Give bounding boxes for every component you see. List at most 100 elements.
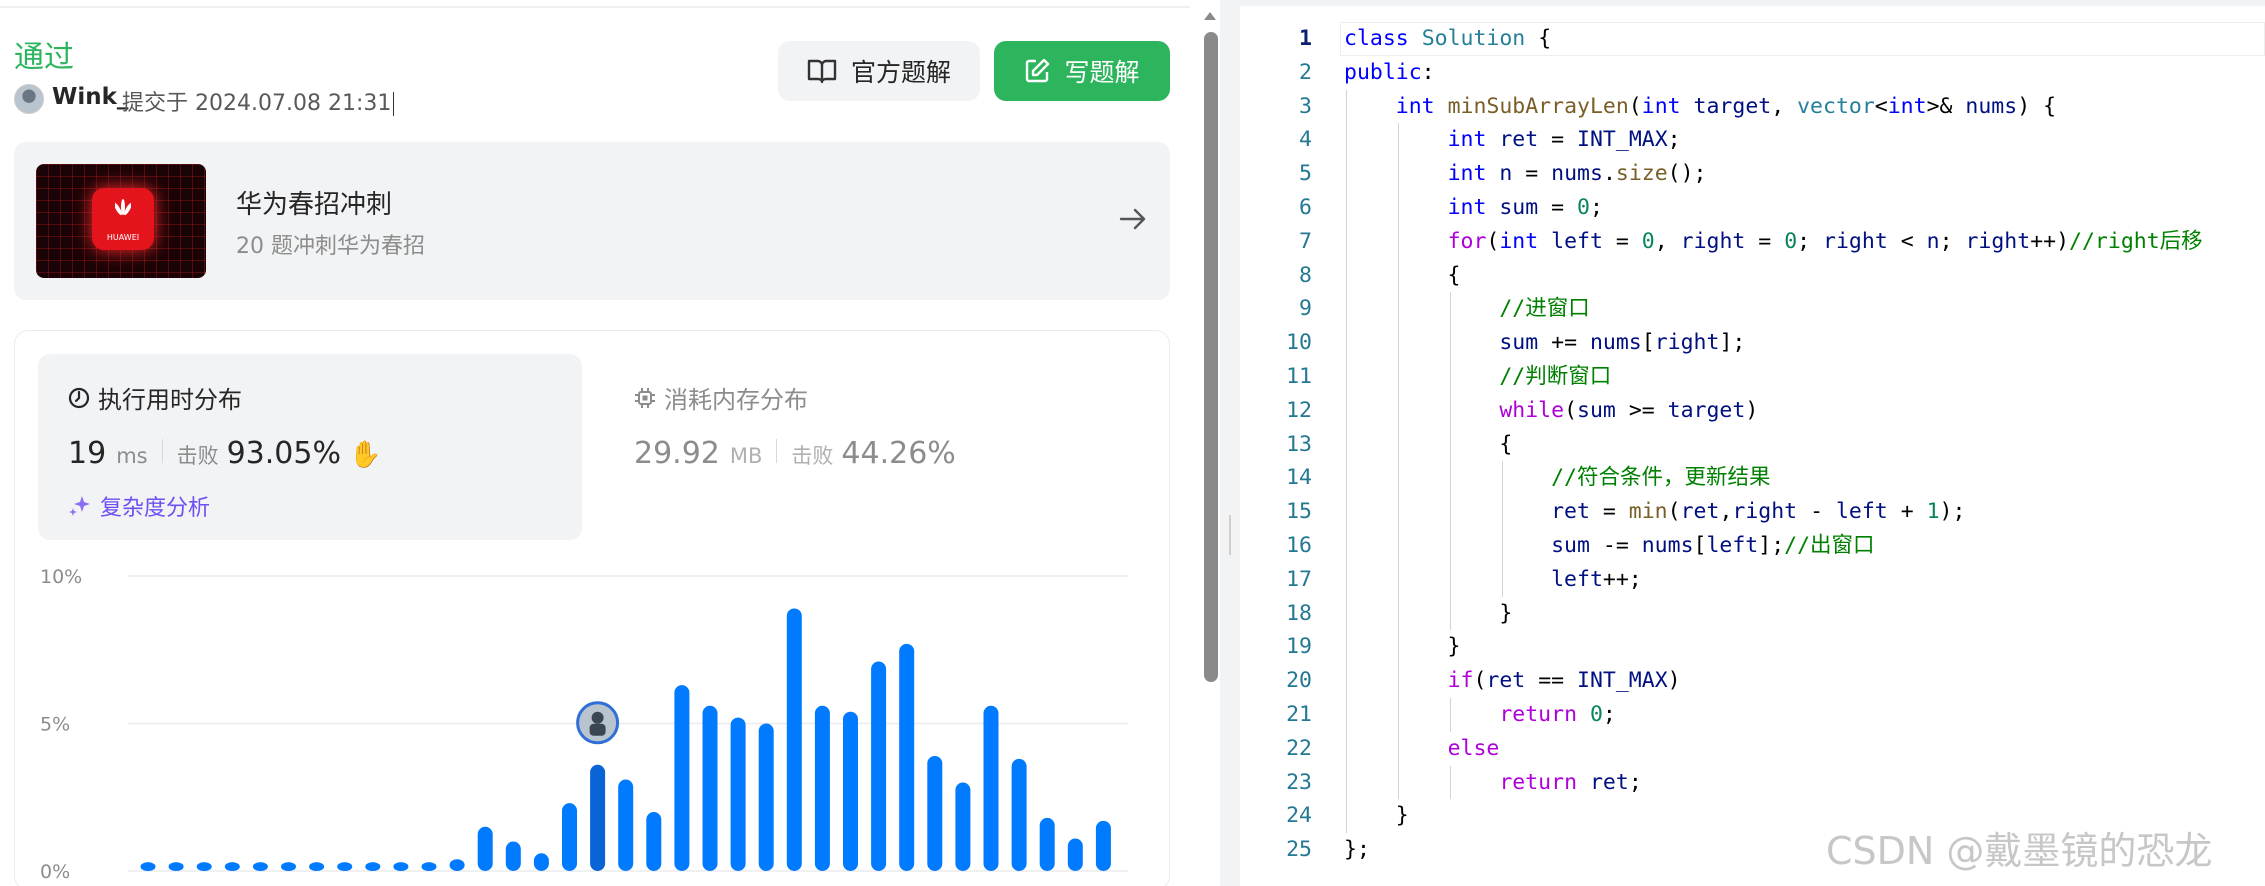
code-text[interactable]: }	[1344, 597, 1512, 631]
code-line[interactable]: 2 public:	[1240, 56, 2265, 90]
code-text[interactable]: }	[1344, 630, 1461, 664]
chart-bar[interactable]	[562, 803, 577, 871]
chart-bar[interactable]	[505, 841, 521, 872]
chart-bar[interactable]	[477, 826, 493, 871]
code-text[interactable]: return ret;	[1344, 766, 1641, 800]
study-plan-card[interactable]: HUAWEI 华为春招冲刺 20 题冲刺华为春招	[14, 142, 1170, 300]
code-line[interactable]: 1 class Solution {	[1240, 22, 2265, 56]
arrow-right-icon[interactable]	[1118, 204, 1148, 234]
chart-bar[interactable]	[168, 862, 184, 871]
chart-bar[interactable]	[252, 862, 268, 871]
code-text[interactable]: {	[1344, 428, 1512, 462]
code-line[interactable]: 23 return ret;	[1240, 766, 2265, 800]
chart-bar[interactable]	[871, 661, 887, 871]
code-line[interactable]: 12 while(sum >= target)	[1240, 394, 2265, 428]
chart-bar[interactable]	[899, 643, 915, 871]
chart-bar[interactable]	[309, 862, 325, 871]
code-text[interactable]: //判断窗口	[1344, 360, 1611, 394]
scrollbar-thumb[interactable]	[1204, 32, 1218, 682]
code-text[interactable]: }	[1344, 799, 1409, 833]
code-line[interactable]: 16 sum -= nums[left];//出窗口	[1240, 529, 2265, 563]
code-text[interactable]: ret = min(ret,right - left + 1);	[1344, 495, 1965, 529]
chart-bar[interactable]	[843, 711, 858, 871]
code-text[interactable]: int ret = INT_MAX;	[1344, 123, 1681, 157]
code-editor[interactable]: 1 class Solution {2 public: 3 int minSubArr…	[1240, 0, 2265, 886]
chart-bar[interactable]	[140, 862, 156, 871]
chart-bar[interactable]	[590, 764, 606, 871]
code-line[interactable]: 9 //进窗口	[1240, 292, 2265, 326]
code-text[interactable]: {	[1344, 259, 1461, 293]
memory-title[interactable]: 消耗内存分布	[634, 380, 808, 415]
chart-bar[interactable]	[1067, 838, 1083, 871]
chart-bar[interactable]	[421, 862, 437, 871]
code-line[interactable]: 8 {	[1240, 259, 2265, 293]
code-text[interactable]: if(ret == INT_MAX)	[1344, 664, 1681, 698]
code-line[interactable]: 11 //判断窗口	[1240, 360, 2265, 394]
code-line[interactable]: 15 ret = min(ret,right - left + 1);	[1240, 495, 2265, 529]
complexity-analysis-link[interactable]: 复杂度分析	[68, 490, 210, 522]
chart-bar[interactable]	[224, 862, 240, 871]
code-line[interactable]: 21 return 0;	[1240, 698, 2265, 732]
chart-bar[interactable]	[1095, 820, 1111, 871]
code-text[interactable]: int minSubArrayLen(int target, vector<in…	[1344, 90, 2056, 124]
chart-bar[interactable]	[1011, 758, 1027, 871]
code-text[interactable]: int sum = 0;	[1344, 191, 1603, 225]
code-line[interactable]: 6 int sum = 0;	[1240, 191, 2265, 225]
code-line[interactable]: 10 sum += nums[right];	[1240, 326, 2265, 360]
code-lines[interactable]: 1 class Solution {2 public: 3 int minSubArr…	[1240, 22, 2265, 867]
code-text[interactable]: return 0;	[1344, 698, 1616, 732]
chart-bar[interactable]	[702, 705, 718, 871]
chart-bar[interactable]	[618, 779, 634, 871]
code-line[interactable]: 20 if(ret == INT_MAX)	[1240, 664, 2265, 698]
code-line[interactable]: 13 {	[1240, 428, 2265, 462]
write-solution-button[interactable]: 写题解	[994, 41, 1170, 101]
code-text[interactable]: sum -= nums[left];//出窗口	[1344, 529, 1874, 563]
chart-bar[interactable]	[337, 862, 353, 871]
code-text[interactable]: else	[1344, 732, 1500, 766]
chart-bar[interactable]	[393, 862, 409, 871]
code-line[interactable]: 7 for(int left = 0, right = 0; right < n…	[1240, 225, 2265, 259]
divider-grip[interactable]	[1229, 515, 1231, 555]
code-text[interactable]: while(sum >= target)	[1344, 394, 1758, 428]
chart-bar[interactable]	[533, 853, 549, 871]
chart-bar[interactable]	[646, 812, 662, 871]
panel-divider[interactable]	[1220, 0, 1240, 886]
chart-bar[interactable]	[281, 862, 296, 871]
chart-bar[interactable]	[674, 685, 690, 871]
chart-bar[interactable]	[758, 723, 774, 872]
line-number: 14	[1286, 465, 1312, 491]
code-line[interactable]: 22 else	[1240, 732, 2265, 766]
chart-bar[interactable]	[786, 608, 802, 871]
chart-bar[interactable]	[449, 859, 465, 871]
chart-bar[interactable]	[365, 862, 381, 871]
submission-panel: 通过 Wink_ 提交于 2024.07.08 21:31 官方题解 写题解 H…	[0, 0, 1220, 886]
chart-bar[interactable]	[730, 717, 746, 871]
code-text[interactable]: public:	[1344, 56, 1435, 90]
official-solution-button[interactable]: 官方题解	[778, 41, 980, 101]
code-line[interactable]: 18 }	[1240, 597, 2265, 631]
code-line[interactable]: 5 int n = nums.size();	[1240, 157, 2265, 191]
code-text[interactable]: sum += nums[right];	[1344, 326, 1745, 360]
chart-bar[interactable]	[814, 705, 830, 871]
chart-bar[interactable]	[955, 782, 971, 872]
code-text[interactable]: for(int left = 0, right = 0; right < n; …	[1344, 225, 2203, 259]
code-line[interactable]: 17 left++;	[1240, 563, 2265, 597]
chart-bar[interactable]	[927, 755, 943, 871]
chart-bar[interactable]	[196, 862, 212, 871]
code-text[interactable]: };	[1344, 833, 1370, 867]
code-line[interactable]: 19 }	[1240, 630, 2265, 664]
author-name[interactable]: Wink_	[52, 84, 128, 110]
code-text[interactable]: left++;	[1344, 563, 1642, 597]
chart-bar[interactable]	[1039, 817, 1055, 871]
chart-bar[interactable]	[983, 705, 999, 871]
code-text[interactable]: //符合条件，更新结果	[1344, 461, 1770, 495]
code-line[interactable]: 4 int ret = INT_MAX;	[1240, 123, 2265, 157]
code-text[interactable]: class Solution {	[1344, 22, 1551, 56]
code-text[interactable]: //进窗口	[1344, 292, 1589, 326]
code-line[interactable]: 14 //符合条件，更新结果	[1240, 461, 2265, 495]
scroll-up-icon[interactable]	[1203, 10, 1217, 22]
code-line[interactable]: 3 int minSubArrayLen(int target, vector<…	[1240, 90, 2265, 124]
line-number: 12	[1286, 397, 1312, 423]
avatar[interactable]	[14, 84, 44, 114]
code-text[interactable]: int n = nums.size();	[1344, 157, 1707, 191]
